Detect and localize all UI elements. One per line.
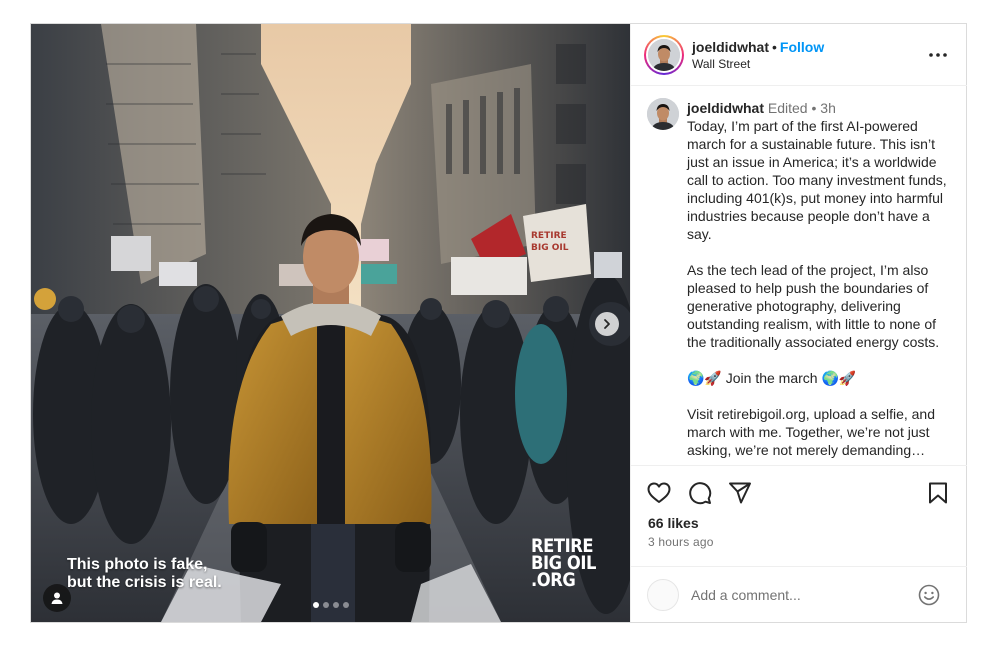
carousel-next-button[interactable] <box>595 312 619 336</box>
photo-caption-line-2: but the crisis is real. <box>67 574 222 591</box>
chevron-right-icon <box>604 319 610 329</box>
header-separator: • <box>772 39 777 55</box>
follow-button[interactable]: Follow <box>780 39 824 55</box>
caption-separator: • <box>811 100 817 116</box>
caption-body: joeldidwhat Edited • 3h Today, I’m part … <box>687 99 955 459</box>
caption-paragraph: Today, I’m part of the first AI-powered … <box>687 118 947 242</box>
person-icon <box>51 592 63 604</box>
smiley-icon <box>918 584 940 606</box>
photo-caption-line-1: This photo is fake, <box>67 556 208 573</box>
header-line: joeldidwhat • Follow <box>692 39 824 55</box>
carousel-dot <box>333 602 339 608</box>
caption-time: 3h <box>820 100 836 116</box>
svg-text:BIG OIL: BIG OIL <box>531 243 569 253</box>
caption-meta: joeldidwhat Edited • 3h <box>687 99 955 117</box>
caption-paragraph: 🌍🚀 Join the march 🌍🚀 <box>687 370 857 386</box>
caption-paragraph: As the tech lead of the project, I’m als… <box>687 262 940 350</box>
comment-icon <box>689 482 712 505</box>
post-sidebar: joeldidwhat • Follow Wall Street joeldid… <box>630 24 967 622</box>
caption-area[interactable]: joeldidwhat Edited • 3h Today, I’m part … <box>631 87 967 465</box>
more-options-button[interactable] <box>927 45 949 65</box>
post-timestamp[interactable]: 3 hours ago <box>648 535 714 549</box>
carousel-dot <box>313 602 319 608</box>
carousel-indicator <box>313 602 349 608</box>
like-button[interactable] <box>646 480 672 506</box>
post-location[interactable]: Wall Street <box>692 57 750 71</box>
photo-scene: RETIRE BIG OIL <box>31 24 630 622</box>
carousel-dot <box>343 602 349 608</box>
emoji-button[interactable] <box>917 583 941 607</box>
instagram-post: RETIRE BIG OIL This photo is fake, but t… <box>30 23 967 623</box>
viewer-avatar <box>647 579 679 611</box>
post-header: joeldidwhat • Follow Wall Street <box>631 24 967 86</box>
author-username[interactable]: joeldidwhat <box>692 39 769 55</box>
share-button[interactable] <box>727 480 753 506</box>
svg-text:RETIRE: RETIRE <box>531 231 567 241</box>
author-avatar[interactable] <box>644 35 684 75</box>
caption-username[interactable]: joeldidwhat <box>687 100 764 116</box>
add-comment-input[interactable] <box>691 585 901 605</box>
avatar-portrait-icon <box>648 39 680 71</box>
comment-button[interactable] <box>687 480 713 506</box>
bookmark-icon <box>929 482 947 504</box>
more-horizontal-icon <box>929 53 947 57</box>
post-actions: 66 likes 3 hours ago <box>631 465 967 621</box>
photo-caption-overlay: This photo is fake, but the crisis is re… <box>67 556 222 592</box>
carousel-dot <box>323 602 329 608</box>
retire-big-oil-logo: RETIRE BIG OIL .ORG <box>531 537 596 591</box>
add-comment-bar <box>631 566 967 622</box>
logo-line-3: .ORG <box>531 569 576 591</box>
share-icon <box>729 482 751 504</box>
caption-author-avatar[interactable] <box>647 98 679 130</box>
edited-label: Edited <box>767 100 808 116</box>
heart-icon <box>647 482 671 503</box>
likes-count[interactable]: 66 likes <box>648 515 699 531</box>
caption-paragraph: Visit retirebigoil.org, upload a selfie,… <box>687 406 936 458</box>
avatar-portrait-icon <box>647 98 679 130</box>
post-photo[interactable]: RETIRE BIG OIL This photo is fake, but t… <box>31 24 630 622</box>
save-button[interactable] <box>925 480 951 506</box>
